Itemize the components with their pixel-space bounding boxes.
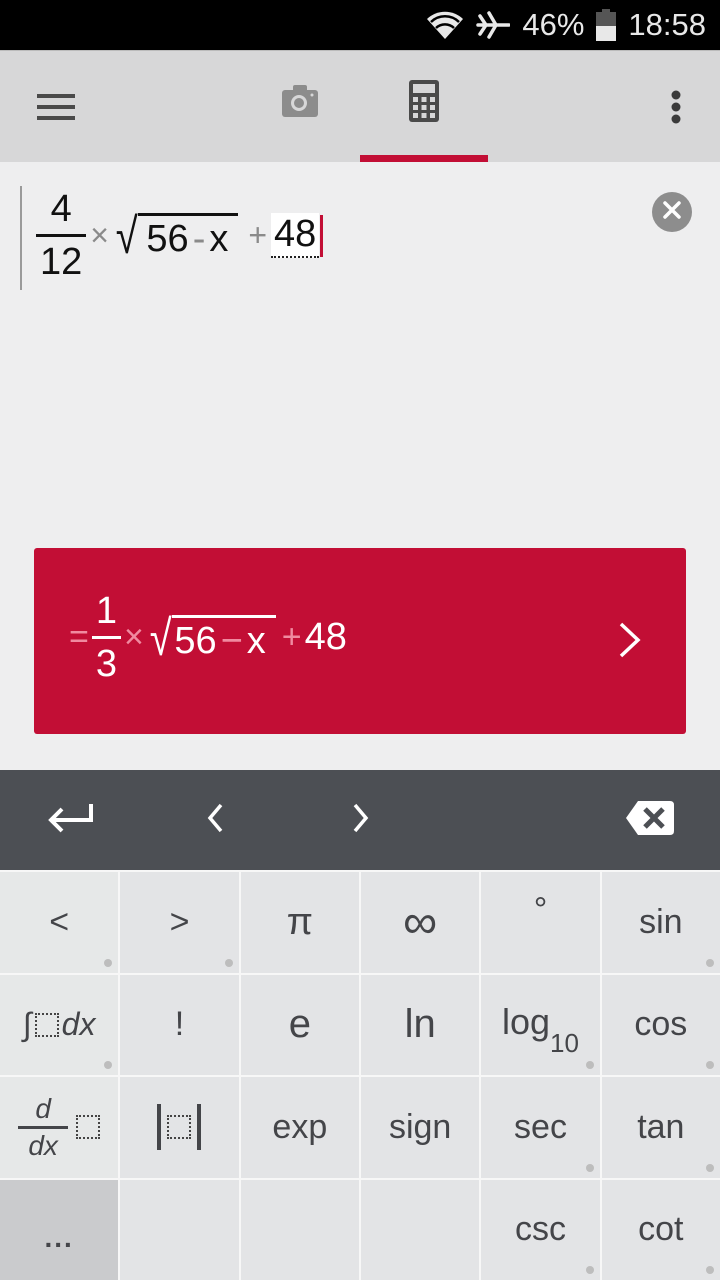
function-keypad: < > π ∞ ° sin ∫ dx ! e ln log10 cos d dx e… [0, 870, 720, 1280]
enter-button[interactable] [20, 770, 122, 870]
key-less-than[interactable]: < [0, 872, 119, 973]
abs-label [157, 1104, 202, 1151]
key-e[interactable]: e [240, 974, 359, 1075]
placeholder-box [76, 1115, 101, 1140]
fraction-denominator: 12 [40, 241, 83, 283]
radical-sign: √ [149, 609, 172, 666]
radical-sign: √ [115, 207, 138, 264]
placeholder-box [167, 1115, 192, 1140]
cursor-right-icon [352, 803, 370, 838]
expression-editor[interactable]: 4 12 × √ 56 - x + 48 = 1 3 × √ 56 − x + … [0, 162, 720, 770]
derivative-label: d dx [18, 1094, 101, 1160]
keyboard-nav-bar [0, 770, 720, 870]
key-sec[interactable]: sec [481, 1077, 600, 1178]
long-press-dot [104, 1061, 113, 1069]
integral-label: ∫ dx [22, 1006, 96, 1043]
more-vert-icon[interactable] [650, 81, 702, 133]
tab-calculator[interactable] [360, 51, 488, 155]
key-empty [361, 1179, 480, 1280]
hamburger-menu-icon[interactable] [26, 81, 86, 133]
backspace-button[interactable] [600, 770, 700, 870]
plus-operator: + [248, 217, 268, 253]
equals-sign: = [69, 618, 89, 656]
text-caret [320, 214, 324, 257]
active-term[interactable]: 48 [271, 213, 320, 258]
long-press-dot [706, 1061, 714, 1069]
key-more[interactable]: ... [0, 1179, 119, 1280]
battery-percent: 46% [522, 7, 585, 42]
clock: 18:58 [628, 7, 706, 42]
clear-circle-icon [662, 200, 682, 225]
key-sin[interactable]: sin [601, 872, 720, 973]
input-expression[interactable]: 4 12 × √ 56 - x + 48 [36, 188, 324, 283]
airplane-icon [476, 10, 511, 40]
backspace-icon [626, 800, 674, 840]
status-bar: 46% 18:58 [0, 0, 720, 50]
clear-button[interactable] [652, 192, 692, 232]
fraction-numerator: 1 [95, 590, 117, 632]
cursor-left-button[interactable] [170, 770, 260, 870]
key-factorial[interactable]: ! [120, 974, 239, 1075]
input-fraction: 4 12 [36, 188, 87, 283]
key-empty [120, 1179, 239, 1280]
key-degree[interactable]: ° [481, 872, 600, 973]
long-press-dot [224, 958, 233, 967]
fraction-numerator: 4 [50, 188, 72, 230]
result-card[interactable]: = 1 3 × √ 56 − x + 48 [34, 548, 686, 734]
key-derivative[interactable]: d dx [0, 1077, 119, 1178]
battery-icon [596, 9, 617, 41]
chevron-right-icon [618, 621, 642, 664]
result-sqrt: √ 56 − x [147, 613, 276, 663]
fraction-denominator: 3 [95, 643, 117, 685]
input-sqrt: √ 56 - x [113, 207, 239, 264]
result-expression: = 1 3 × √ 56 − x + 48 [66, 592, 347, 683]
wifi-icon [426, 10, 464, 40]
key-infinity[interactable]: ∞ [361, 872, 480, 973]
plus-operator: + [281, 618, 302, 656]
key-exp[interactable]: exp [240, 1077, 359, 1178]
cursor-left-icon [206, 803, 224, 838]
calculator-icon [409, 79, 439, 127]
long-press-dot [585, 1163, 594, 1172]
key-tan[interactable]: tan [601, 1077, 720, 1178]
radicand: 56 − x [172, 614, 276, 663]
camera-icon [282, 84, 318, 122]
long-press-dot [585, 1061, 594, 1069]
long-press-dot [585, 1266, 594, 1274]
long-press-dot [706, 1266, 714, 1274]
key-sign[interactable]: sign [361, 1077, 480, 1178]
editor-gutter-line [20, 186, 22, 290]
tab-camera[interactable] [240, 51, 360, 155]
key-integral[interactable]: ∫ dx [0, 974, 119, 1075]
cursor-right-button[interactable] [316, 770, 406, 870]
key-log10[interactable]: log10 [481, 974, 600, 1075]
key-cot[interactable]: cot [601, 1179, 720, 1280]
key-greater-than[interactable]: > [120, 872, 239, 973]
key-empty [240, 1179, 359, 1280]
result-fraction: 1 3 [91, 590, 121, 685]
placeholder-box [34, 1012, 59, 1037]
long-press-dot [706, 958, 714, 967]
times-operator: × [124, 618, 144, 656]
result-constant: 48 [304, 616, 347, 658]
key-ln[interactable]: ln [361, 974, 480, 1075]
enter-return-icon [48, 802, 94, 839]
key-cos[interactable]: cos [601, 974, 720, 1075]
toolbar [0, 50, 720, 163]
times-operator: × [90, 217, 109, 253]
radicand: 56 - x [138, 212, 239, 261]
key-csc[interactable]: csc [481, 1179, 600, 1280]
key-pi[interactable]: π [240, 872, 359, 973]
key-absolute-value[interactable] [120, 1077, 239, 1178]
long-press-dot [706, 1163, 714, 1172]
long-press-dot [104, 958, 113, 967]
